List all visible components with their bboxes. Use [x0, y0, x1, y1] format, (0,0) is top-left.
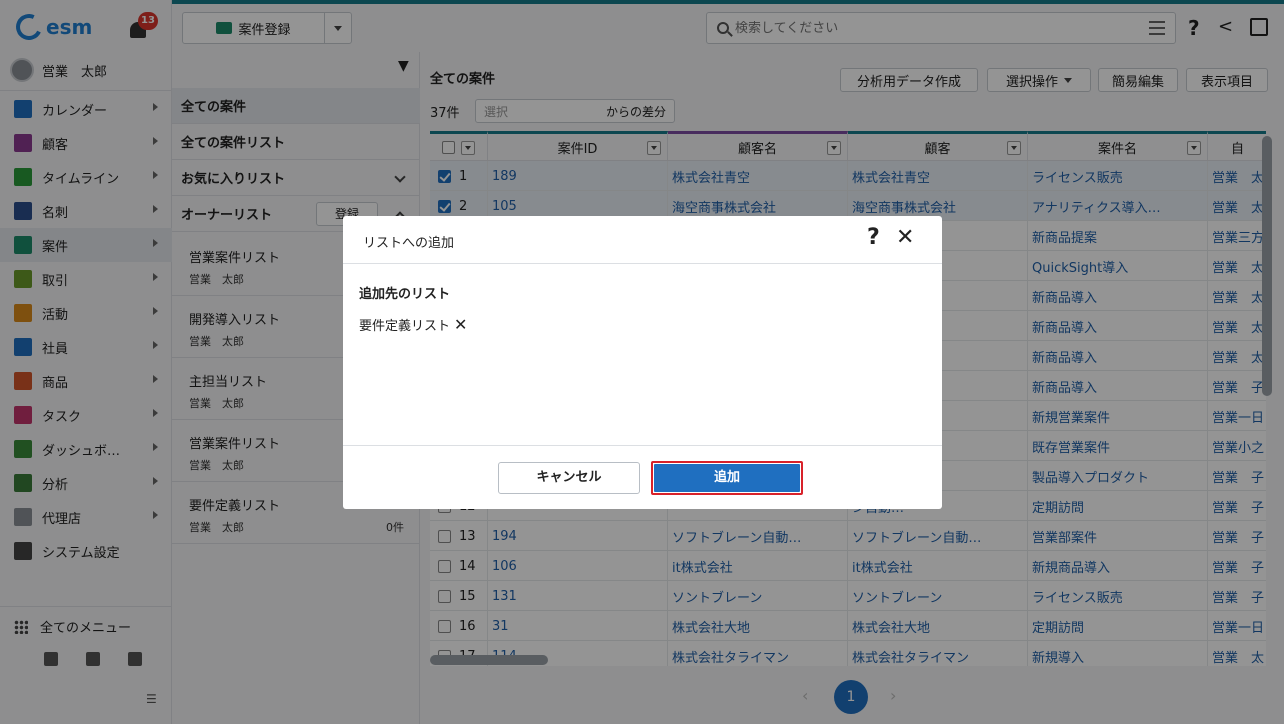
add-button-label: 追加 [654, 464, 800, 492]
dialog-footer-divider [343, 445, 942, 446]
help-icon[interactable]: ? [867, 225, 880, 250]
selected-list-name: 要件定義リスト [359, 319, 451, 334]
target-list-label: 追加先のリスト [359, 287, 451, 302]
selected-list-chip: 要件定義リスト ✕ [359, 315, 467, 334]
cancel-button[interactable]: キャンセル [498, 462, 640, 494]
dialog-title: リストへの追加 [363, 236, 455, 251]
add-to-list-dialog: リストへの追加 ? ✕ 追加先のリスト 要件定義リスト ✕ キャンセル 追加 [343, 216, 942, 509]
remove-list-icon[interactable]: ✕ [454, 315, 467, 334]
add-button[interactable]: 追加 [651, 461, 803, 495]
close-icon[interactable]: ✕ [896, 225, 914, 250]
